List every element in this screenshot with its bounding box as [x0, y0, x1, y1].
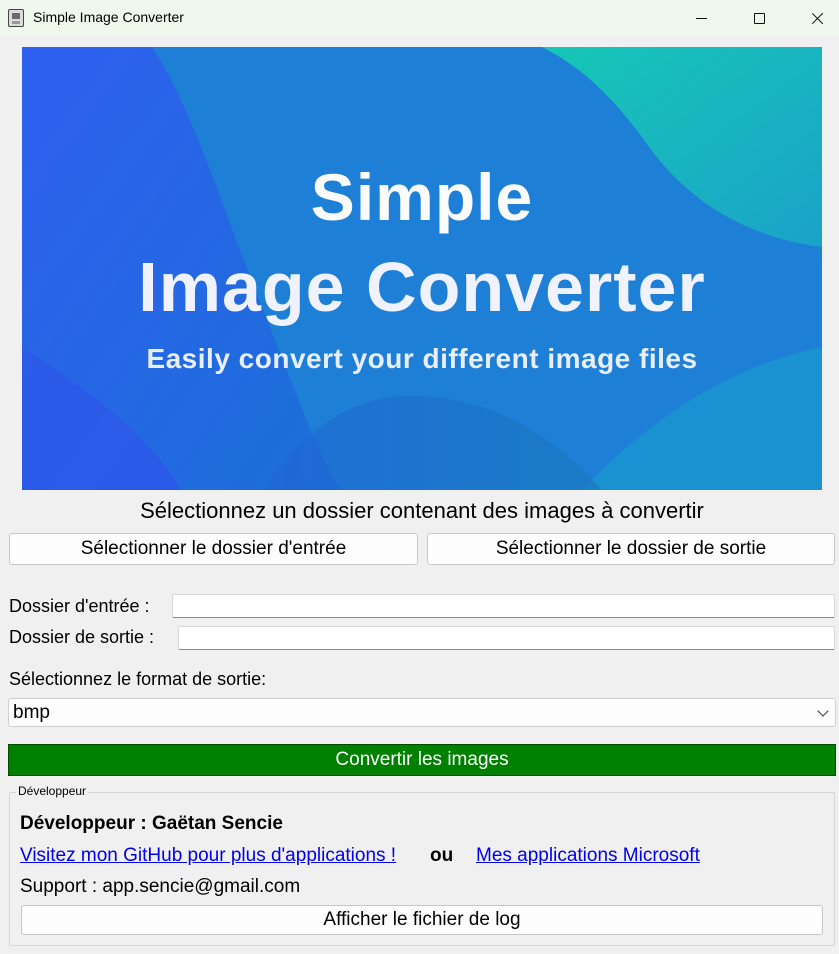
output-format-value: bmp	[13, 701, 50, 723]
maximize-icon	[753, 12, 765, 24]
show-log-file-button[interactable]: Afficher le fichier de log	[21, 905, 823, 935]
convert-images-button[interactable]: Convertir les images	[8, 744, 836, 776]
input-folder-label: Dossier d'entrée :	[9, 596, 150, 616]
input-folder-field[interactable]	[172, 594, 835, 618]
banner-title-line2: Image Converter	[138, 248, 706, 326]
banner-title-line1: Simple	[310, 160, 534, 234]
title-bar[interactable]: Simple Image Converter	[0, 0, 839, 36]
instruction-text: Sélectionnez un dossier contenant des im…	[140, 498, 704, 523]
app-icon	[8, 9, 24, 27]
select-output-folder-button[interactable]: Sélectionner le dossier de sortie	[427, 533, 835, 565]
maximize-button[interactable]	[730, 0, 788, 36]
app-window: Simple Image Converter Simple Image Conv…	[0, 0, 839, 954]
select-input-folder-button[interactable]: Sélectionner le dossier d'entrée	[9, 533, 418, 565]
or-text: ou	[430, 845, 454, 866]
github-link[interactable]: Visitez mon GitHub pour plus d'applicati…	[20, 845, 396, 867]
developer-name: Développeur : Gaëtan Sencie	[20, 813, 283, 834]
minimize-button[interactable]	[672, 0, 730, 36]
format-label: Sélectionnez le format de sortie:	[9, 669, 267, 689]
output-folder-field[interactable]	[178, 626, 835, 650]
banner-tagline: Easily convert your different image file…	[146, 343, 698, 374]
close-button[interactable]	[788, 0, 839, 36]
banner-image: Simple Image Converter Easily convert yo…	[22, 47, 822, 490]
chevron-down-icon	[817, 705, 829, 717]
output-format-select[interactable]: bmp	[8, 698, 836, 727]
output-folder-label: Dossier de sortie :	[9, 627, 155, 647]
window-title: Simple Image Converter	[33, 9, 184, 25]
close-icon	[811, 12, 824, 25]
developer-group-title: Développeur	[16, 784, 89, 798]
minimize-icon	[695, 17, 707, 19]
microsoft-apps-link[interactable]: Mes applications Microsoft	[476, 845, 700, 867]
support-text: Support : app.sencie@gmail.com	[20, 876, 301, 897]
